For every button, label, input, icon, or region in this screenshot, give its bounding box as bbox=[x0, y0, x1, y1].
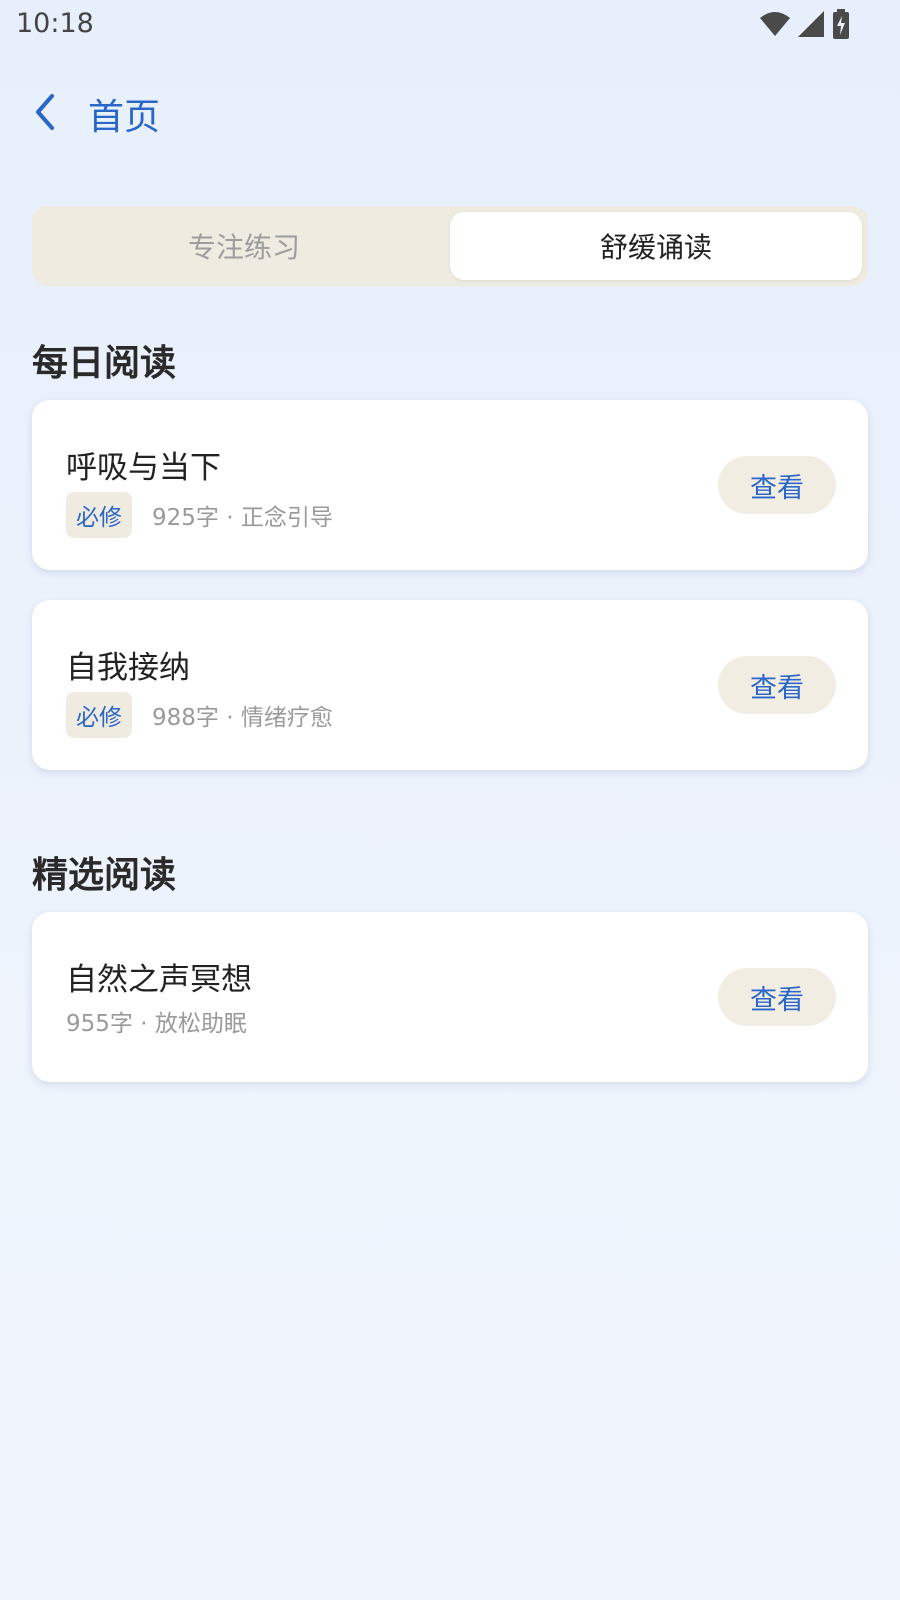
status-time: 10:18 bbox=[16, 8, 94, 39]
view-button[interactable]: 查看 bbox=[718, 968, 836, 1026]
list-item[interactable]: 自我接纳 必修 988字 · 情绪疗愈 查看 bbox=[32, 600, 868, 770]
list-item[interactable]: 呼吸与当下 必修 925字 · 正念引导 查看 bbox=[32, 400, 868, 570]
view-button[interactable]: 查看 bbox=[718, 656, 836, 714]
section-title-featured: 精选阅读 bbox=[32, 855, 177, 896]
nav-title-home[interactable]: 首页 bbox=[88, 88, 160, 140]
wifi-icon bbox=[760, 12, 790, 36]
view-button[interactable]: 查看 bbox=[718, 456, 836, 514]
section-title-daily: 每日阅读 bbox=[32, 343, 177, 384]
segment-control: 专注练习 舒缓诵读 bbox=[32, 206, 868, 286]
card-meta-text: 955字 · 放松助眠 bbox=[66, 1011, 247, 1037]
signal-icon bbox=[798, 11, 824, 37]
back-chevron-icon[interactable] bbox=[30, 92, 60, 132]
card-meta: 必修 988字 · 情绪疗愈 bbox=[66, 692, 333, 738]
card-title: 自然之声冥想 bbox=[66, 962, 252, 998]
required-badge: 必修 bbox=[66, 692, 132, 738]
nav-bar: 首页 bbox=[0, 80, 900, 144]
card-title: 呼吸与当下 bbox=[66, 450, 221, 486]
card-meta: 必修 925字 · 正念引导 bbox=[66, 492, 333, 538]
tab-soothing-reading[interactable]: 舒缓诵读 bbox=[450, 212, 862, 280]
status-bar: 10:18 bbox=[0, 0, 900, 50]
required-badge: 必修 bbox=[66, 492, 132, 538]
status-icons bbox=[760, 9, 850, 39]
battery-charging-icon bbox=[833, 9, 849, 39]
card-meta-text: 925字 · 正念引导 bbox=[152, 505, 333, 531]
card-title: 自我接纳 bbox=[66, 650, 190, 686]
tab-focus-practice[interactable]: 专注练习 bbox=[38, 212, 450, 280]
list-item[interactable]: 自然之声冥想 955字 · 放松助眠 查看 bbox=[32, 912, 868, 1082]
card-meta-text: 988字 · 情绪疗愈 bbox=[152, 705, 333, 731]
card-meta: 955字 · 放松助眠 bbox=[66, 1004, 247, 1038]
